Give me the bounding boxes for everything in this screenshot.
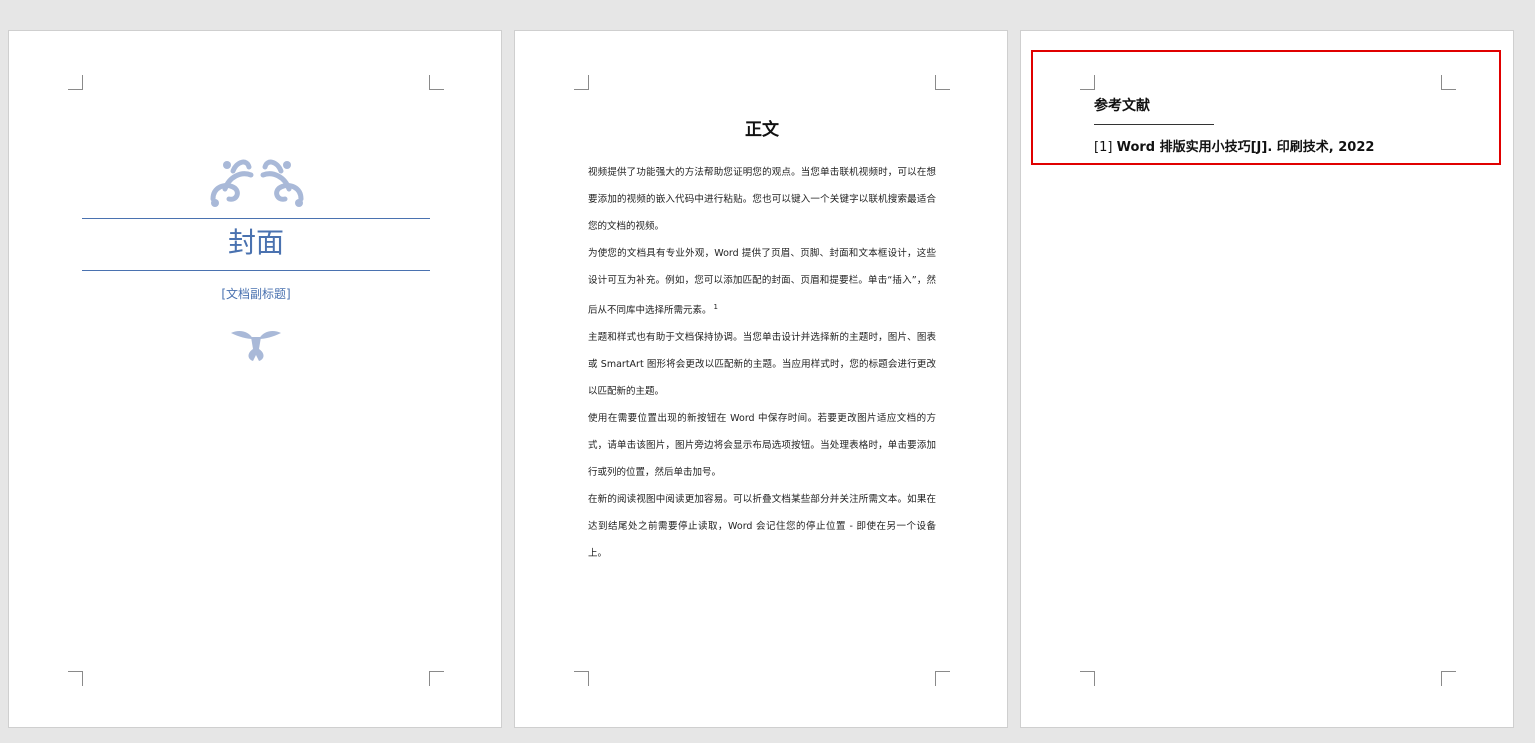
ornament-top-icon <box>210 159 304 207</box>
body-text[interactable]: 视频提供了功能强大的方法帮助您证明您的观点。当您单击联机视频时，可以在想要添加的… <box>588 159 936 567</box>
cover-subtitle[interactable]: [文档副标题] <box>82 285 430 302</box>
body-paragraph[interactable]: 为使您的文档具有专业外观，Word 提供了页眉、页脚、封面和文本框设计，这些设计… <box>588 240 936 324</box>
cover-top-rule <box>82 218 430 219</box>
body-paragraph[interactable]: 使用在需要位置出现的新按钮在 Word 中保存时间。若要更改图片适应文档的方式，… <box>588 405 936 486</box>
cover-title[interactable]: 封面 <box>82 223 430 263</box>
crop-mark <box>935 75 950 90</box>
crop-mark <box>429 75 444 90</box>
cover-bottom-rule <box>82 270 430 271</box>
body-page[interactable]: 正文 视频提供了功能强大的方法帮助您证明您的观点。当您单击联机视频时，可以在想要… <box>514 30 1008 728</box>
crop-mark <box>68 75 83 90</box>
crop-mark <box>935 671 950 686</box>
body-paragraph[interactable]: 在新的阅读视图中阅读更加容易。可以折叠文档某些部分并关注所需文本。如果在达到结尾… <box>588 486 936 567</box>
ornament-bottom-icon <box>231 331 281 361</box>
cover-page[interactable]: 封面 [文档副标题] <box>8 30 502 728</box>
highlight-box <box>1031 50 1501 165</box>
body-paragraph[interactable]: 主题和样式也有助于文档保持协调。当您单击设计并选择新的主题时，图片、图表或 Sm… <box>588 324 936 405</box>
crop-mark <box>68 671 83 686</box>
crop-mark <box>429 671 444 686</box>
crop-mark <box>1080 671 1095 686</box>
crop-mark <box>574 671 589 686</box>
footnote-marker[interactable]: 1 <box>714 303 718 311</box>
crop-mark <box>574 75 589 90</box>
crop-mark <box>1441 671 1456 686</box>
body-paragraph[interactable]: 视频提供了功能强大的方法帮助您证明您的观点。当您单击联机视频时，可以在想要添加的… <box>588 159 936 240</box>
body-heading[interactable]: 正文 <box>588 115 936 140</box>
body-paragraph-text: 为使您的文档具有专业外观，Word 提供了页眉、页脚、封面和文本框设计，这些设计… <box>588 248 936 317</box>
document-workspace: 封面 [文档副标题] 正文 视频提供了功能强大的方法帮助您证明您的观点。当您单击… <box>0 0 1535 743</box>
